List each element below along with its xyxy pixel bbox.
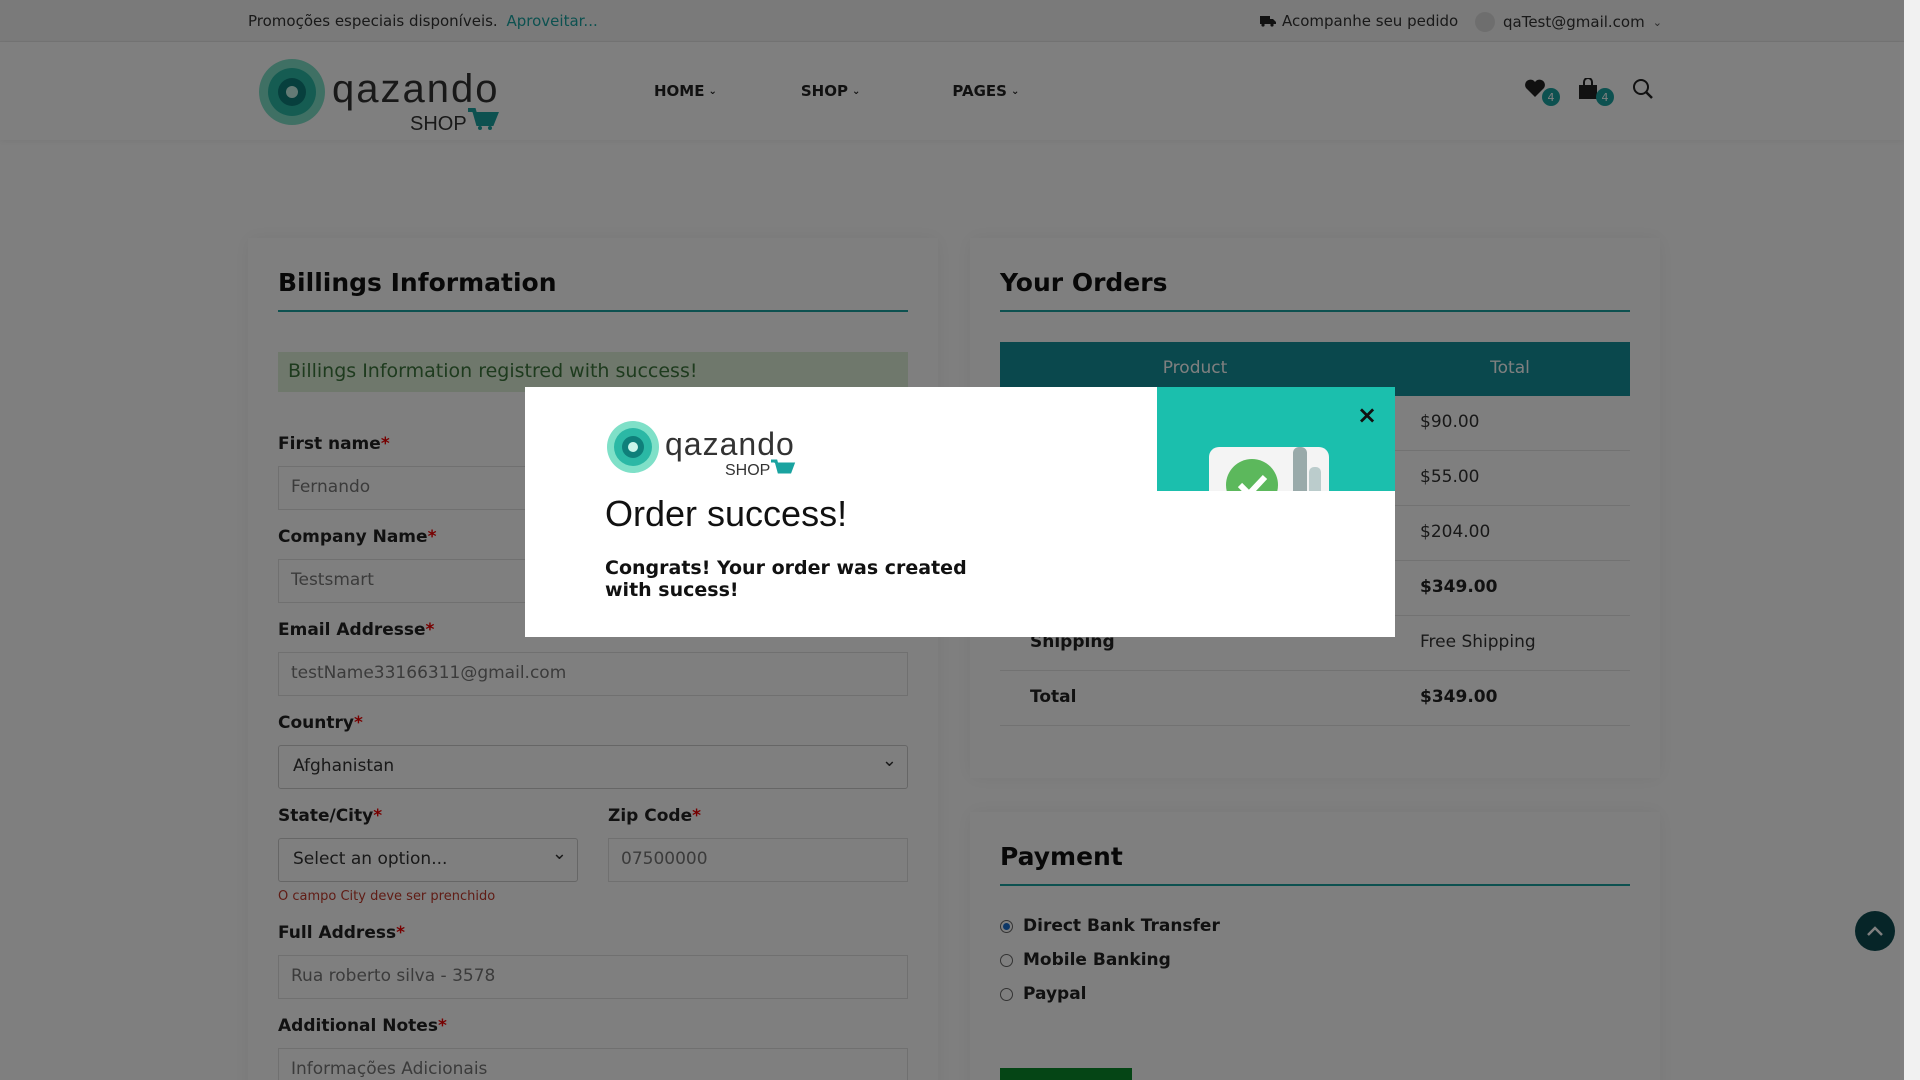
svg-text:qazando: qazando: [665, 426, 795, 462]
svg-text:SHOP: SHOP: [725, 462, 770, 477]
modal-logo: qazando SHOP: [605, 421, 797, 479]
close-icon[interactable]: ×: [1357, 401, 1377, 429]
order-success-modal: qazando SHOP Order success! Congrats! Yo…: [525, 387, 1395, 637]
qazando-logo-icon: qazando SHOP: [607, 421, 796, 479]
scrollbar[interactable]: [1904, 0, 1920, 1080]
modal-title: Order success!: [605, 493, 848, 534]
modal-message: Congrats! Your order was created with su…: [605, 557, 967, 601]
